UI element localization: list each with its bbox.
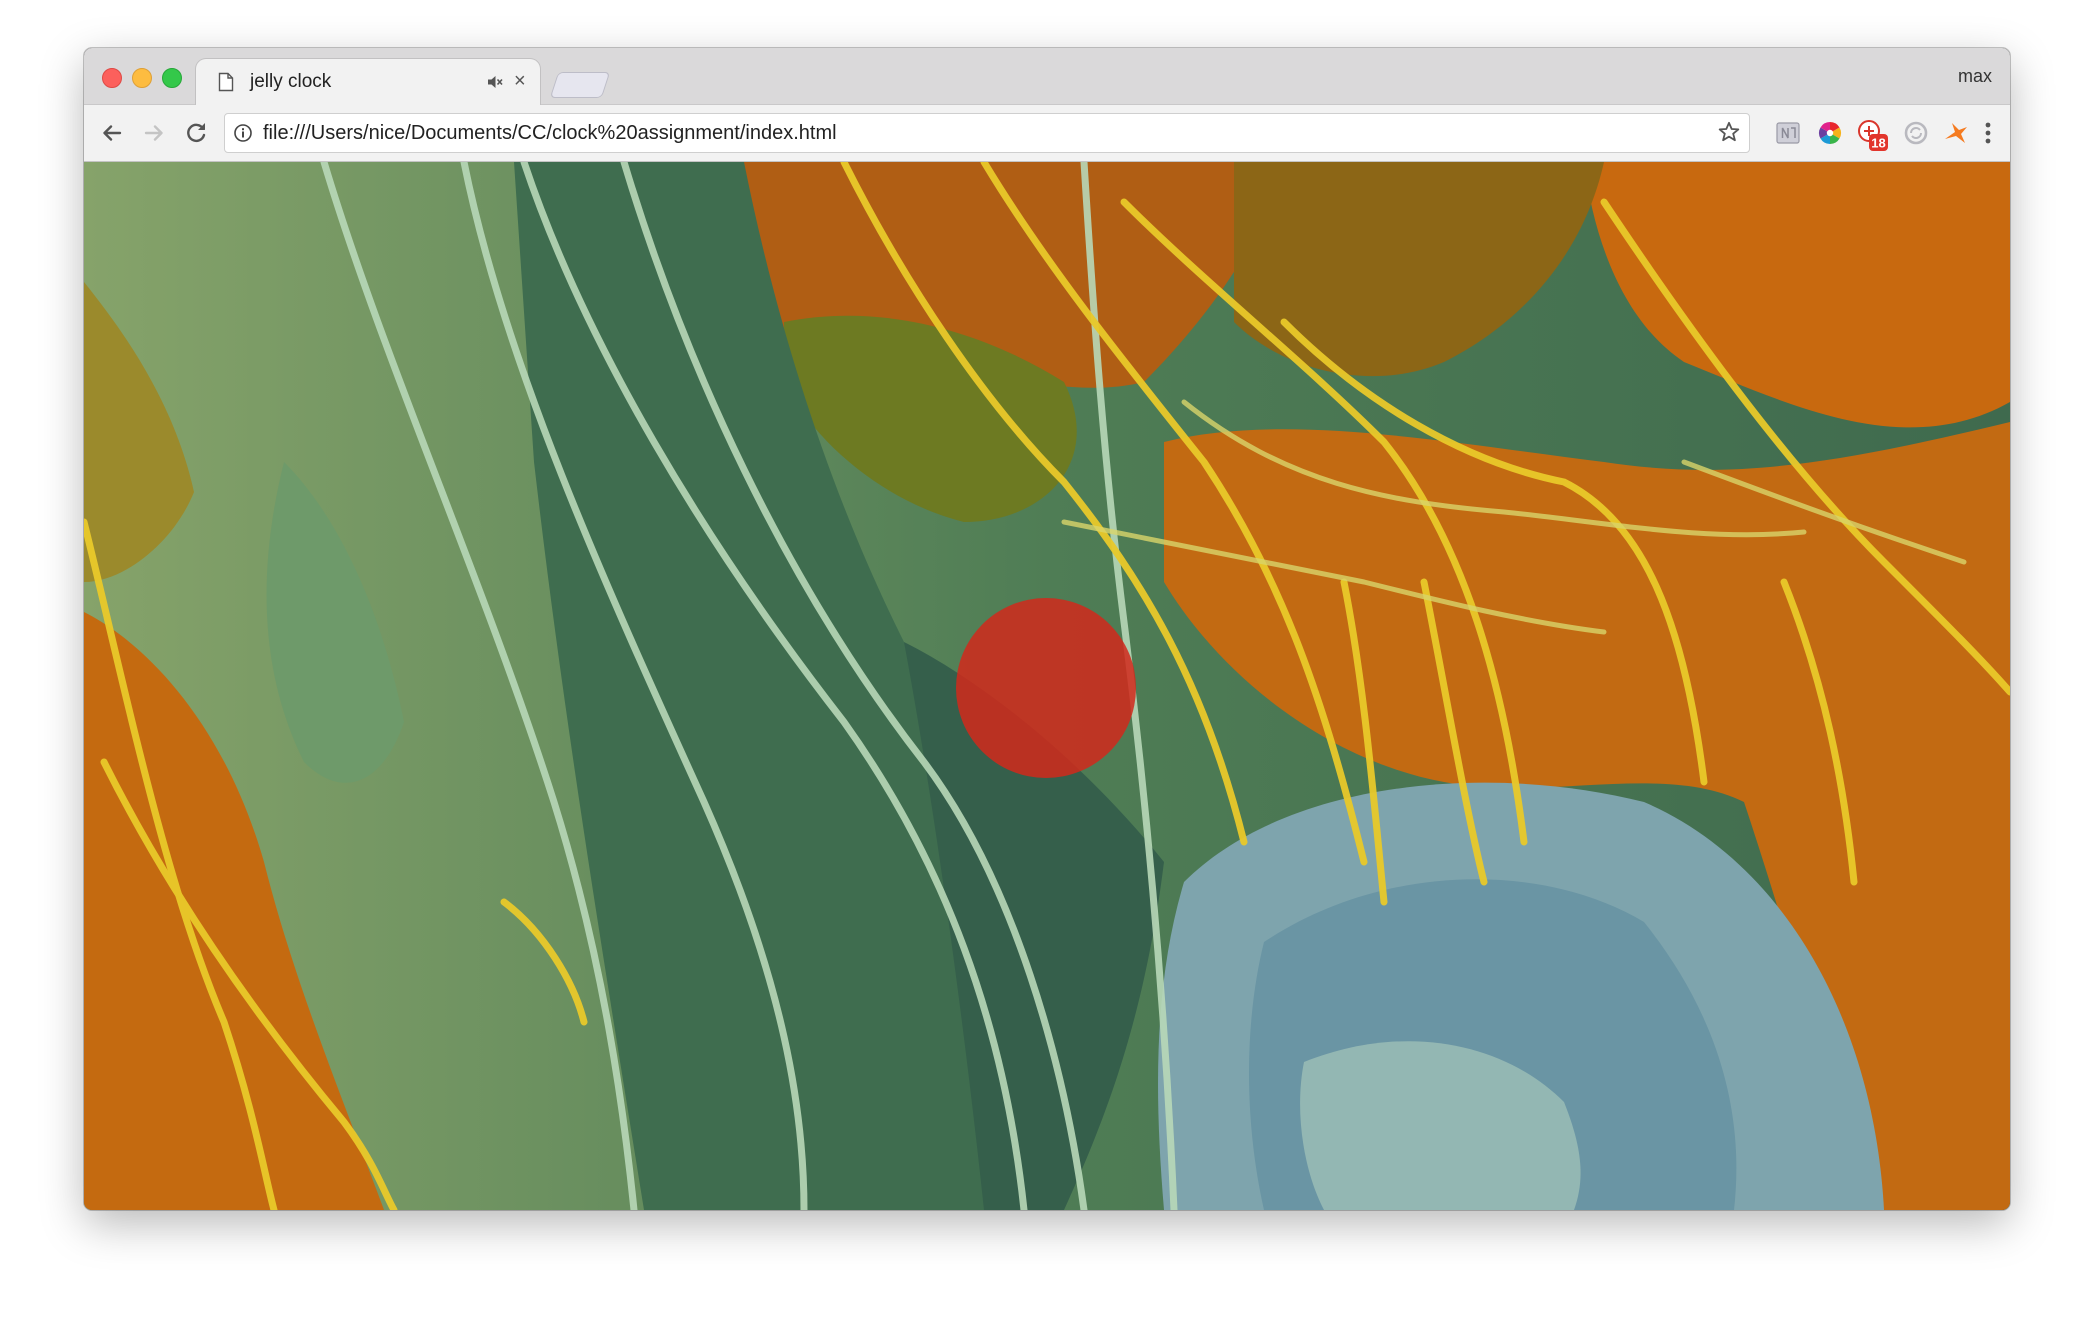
browser-window: jelly clock × max file:///Users/nice/Doc… (84, 48, 2010, 1210)
orange-bird-icon[interactable] (1942, 119, 1970, 147)
color-wheel-icon[interactable] (1816, 119, 1844, 147)
page-icon (218, 72, 234, 97)
toolbar: file:///Users/nice/Documents/CC/clock%20… (84, 105, 2010, 162)
address-bar[interactable]: file:///Users/nice/Documents/CC/clock%20… (224, 113, 1750, 153)
extension-n-icon[interactable] (1774, 119, 1802, 147)
sync-icon[interactable] (1902, 119, 1930, 147)
reload-icon[interactable] (182, 119, 210, 147)
notification-icon[interactable]: 18 (1856, 119, 1888, 151)
notification-badge-count: 18 (1871, 136, 1885, 151)
star-icon[interactable] (1717, 120, 1741, 149)
tab-strip: jelly clock × max (84, 48, 2010, 105)
clock-dot (956, 598, 1136, 778)
close-window-button[interactable] (102, 68, 122, 88)
profile-name[interactable]: max (1958, 66, 1992, 87)
url-text[interactable]: file:///Users/nice/Documents/CC/clock%20… (263, 122, 837, 145)
maximize-window-button[interactable] (162, 68, 182, 88)
speaker-muted-icon[interactable] (486, 73, 504, 96)
tab-title: jelly clock (250, 71, 332, 92)
arrow-left-icon[interactable] (98, 119, 126, 147)
info-icon[interactable] (233, 123, 253, 148)
minimize-window-button[interactable] (132, 68, 152, 88)
page-content (84, 162, 2010, 1210)
arrow-right-icon[interactable] (140, 119, 168, 147)
tab-jelly-clock[interactable]: jelly clock × (196, 59, 540, 105)
more-vertical-icon[interactable] (1984, 121, 1992, 150)
new-tab-button[interactable] (549, 72, 611, 98)
close-icon[interactable]: × (514, 71, 526, 91)
